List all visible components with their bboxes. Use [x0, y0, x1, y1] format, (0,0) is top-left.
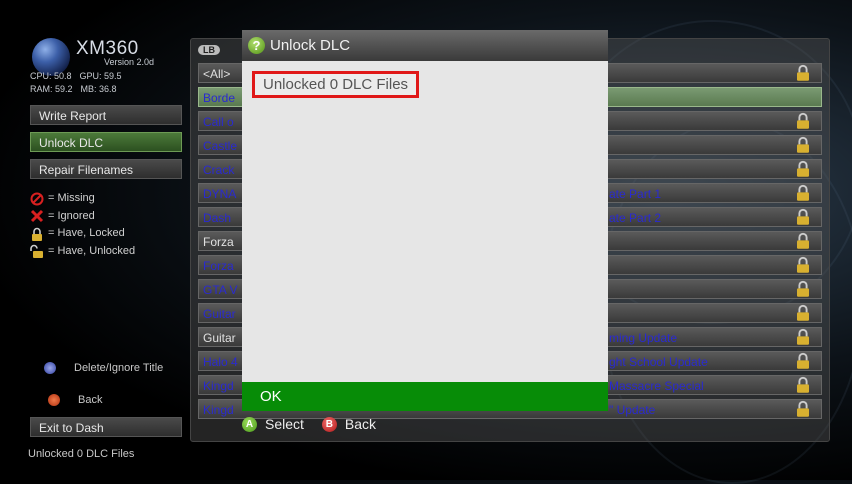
- list-item-title: Crack: [203, 163, 235, 177]
- b-button-icon: B: [321, 416, 337, 432]
- lb-button-icon: LB: [198, 45, 220, 55]
- list-item-title: Guitar: [203, 331, 236, 345]
- filter-tab[interactable]: LB: [198, 44, 224, 56]
- unlock-icon: [30, 244, 46, 259]
- filter-all-label: <All>: [203, 67, 231, 81]
- question-icon: ?: [248, 37, 265, 54]
- lock-icon: [794, 352, 812, 370]
- list-item-title: Castle: [203, 139, 238, 153]
- legend: = Missing = Ignored = Have, Locked = Hav…: [30, 190, 135, 260]
- list-item-title: Kingd: [203, 379, 234, 393]
- legend-locked: = Have, Locked: [30, 225, 135, 243]
- lock-icon: [794, 376, 812, 394]
- list-item-subtitle: ming Update: [609, 331, 678, 345]
- legend-unlocked-label: = Have, Unlocked: [48, 244, 136, 257]
- list-item-subtitle: " Update: [609, 403, 656, 417]
- list-item-title: Guitar: [203, 307, 236, 321]
- list-item-subtitle: ate Part 2: [609, 211, 662, 225]
- legend-ignored-label: = Ignored: [48, 209, 95, 222]
- lock-icon: [794, 112, 812, 130]
- dialog-header: ? Unlock DLC: [242, 30, 608, 61]
- legend-missing: = Missing: [30, 190, 135, 208]
- back-hint-label: Back: [344, 416, 377, 432]
- legend-unlocked: = Have, Unlocked: [30, 243, 135, 261]
- status-text: Unlocked 0 DLC Files: [28, 448, 135, 460]
- exit-to-dash-button[interactable]: Exit to Dash: [30, 417, 182, 437]
- list-item-title: Call o: [203, 115, 234, 129]
- legend-locked-label: = Have, Locked: [48, 227, 125, 239]
- dialog-body: Unlocked 0 DLC Files: [242, 61, 608, 382]
- list-item-subtitle: ate Part 1: [609, 187, 662, 201]
- list-item-subtitle: Massacre Special: [609, 379, 704, 393]
- list-item-title: Forza: [203, 235, 234, 249]
- delete-ignore-hint: Delete/Ignore Title: [44, 362, 164, 375]
- list-item-title: Dash: [203, 211, 232, 225]
- unlock-dlc-dialog: ? Unlock DLC Unlocked 0 DLC Files OK: [242, 30, 608, 411]
- list-item-title: Forza: [203, 259, 234, 273]
- dialog-hints: A Select B Back: [242, 416, 376, 432]
- lock-icon: [794, 232, 812, 250]
- list-item-title: Kingd: [203, 403, 234, 417]
- x-button-icon: [44, 362, 56, 375]
- delete-ignore-label: Delete/Ignore Title: [74, 362, 164, 374]
- lock-icon: [794, 184, 812, 202]
- lock-icon: [794, 280, 812, 298]
- ok-button[interactable]: OK: [242, 382, 608, 411]
- legend-ignored: = Ignored: [30, 208, 135, 226]
- list-item-title: Borde: [203, 91, 236, 105]
- list-item-title: Halo 4: [203, 355, 238, 369]
- lock-icon: [794, 256, 812, 274]
- b-button-icon: [48, 394, 60, 407]
- back-hint: Back: [48, 394, 103, 407]
- list-item-subtitle: ght School Update: [609, 355, 708, 369]
- missing-icon: [30, 192, 46, 206]
- a-button-icon: A: [242, 416, 257, 432]
- back-hint-label: Back: [78, 394, 103, 406]
- list-item-title: DYNA: [203, 187, 237, 201]
- list-item-title: GTA V: [203, 283, 238, 297]
- lock-icon: [794, 160, 812, 178]
- lock-icon: [794, 304, 812, 322]
- ram-stat: RAM: 59.2: [30, 84, 73, 94]
- dialog-message: Unlocked 0 DLC Files: [252, 71, 420, 98]
- mb-stat: MB: 36.8: [80, 84, 117, 94]
- lock-icon: [794, 136, 812, 154]
- write-report-button[interactable]: Write Report: [30, 105, 182, 125]
- lock-icon: [794, 328, 812, 346]
- unlock-dlc-button[interactable]: Unlock DLC: [30, 132, 182, 152]
- legend-missing-label: = Missing: [48, 192, 95, 204]
- lock-icon: [794, 208, 812, 226]
- gpu-stat: GPU: 59.5: [79, 71, 122, 81]
- dialog-title: Unlock DLC: [270, 37, 351, 54]
- repair-filenames-button[interactable]: Repair Filenames: [30, 159, 182, 179]
- ignored-icon: [30, 209, 46, 223]
- system-stats: CPU: 50.8 GPU: 59.5 RAM: 59.2 MB: 36.8: [30, 70, 130, 96]
- app-version: Version 2.0d: [104, 57, 155, 67]
- lock-icon: [794, 400, 812, 418]
- select-hint-label: Select: [265, 416, 304, 432]
- cpu-stat: CPU: 50.8: [30, 71, 72, 81]
- lock-icon: [794, 64, 812, 82]
- lock-icon: [30, 227, 46, 241]
